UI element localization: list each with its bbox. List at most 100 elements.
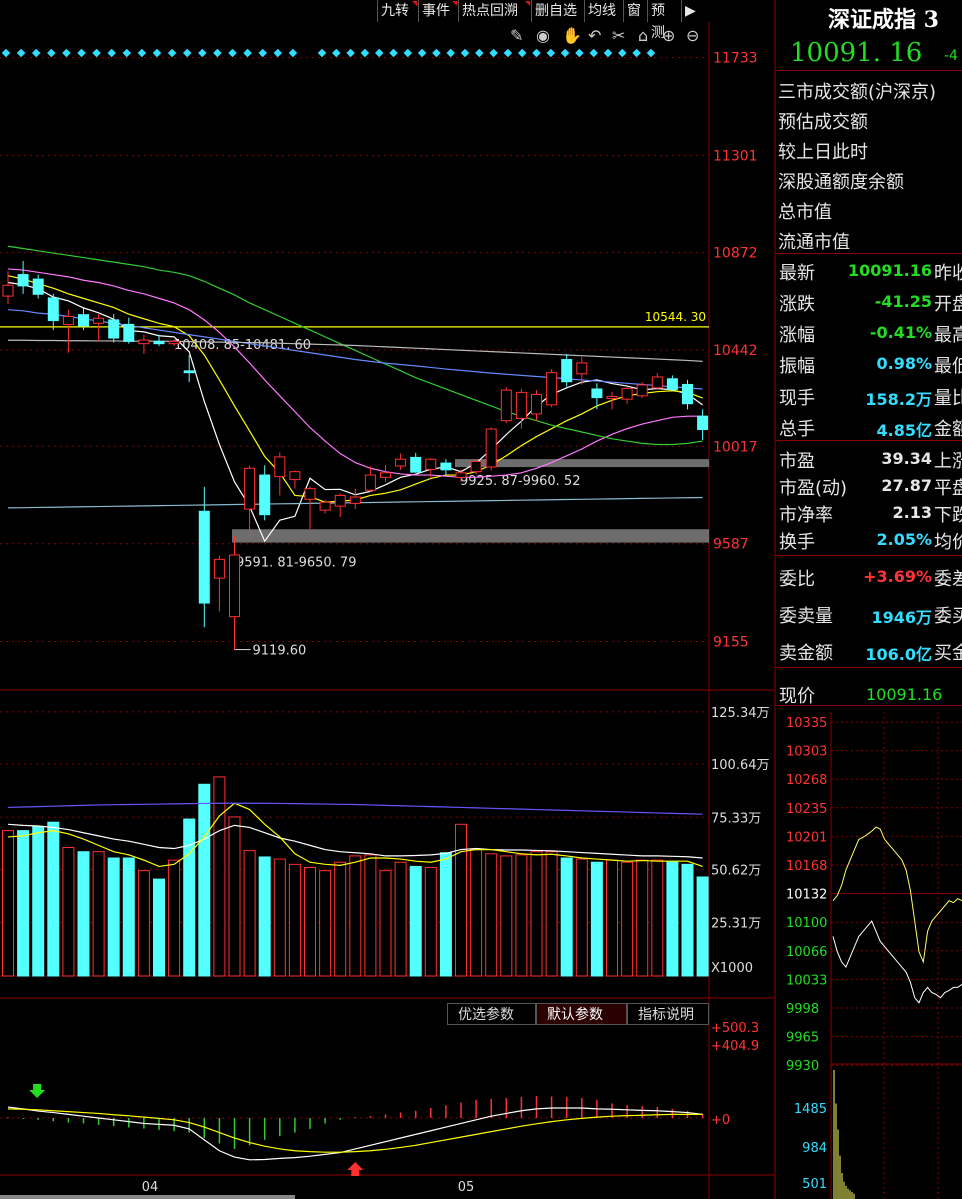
zone-label: 9925. 87-9960. 52: [460, 474, 580, 489]
signal-diamond: [62, 48, 71, 58]
quote-label-right-total: 金额: [934, 419, 962, 440]
candle-body: [198, 510, 210, 604]
quote-label-total: 总手: [779, 419, 815, 440]
candle-body: [697, 415, 709, 430]
quote-label-pct: 涨幅: [779, 325, 815, 346]
volume-bar: [575, 858, 588, 977]
quote-label-pb: 市净率: [779, 505, 833, 526]
volume-bar: [77, 851, 90, 977]
quote-label-right-sellamt: 买金额: [934, 643, 962, 664]
zone-label: 10408. 85-10481. 60: [174, 338, 311, 353]
candle-body: [395, 458, 407, 467]
volume-bar: [168, 859, 181, 977]
candles: [2, 260, 709, 650]
volume-bar: [17, 830, 30, 977]
volume-bar: [606, 859, 618, 977]
vol-ytick-label: 25.31万: [711, 917, 761, 932]
volume-bar: [379, 870, 392, 977]
volume-bar: [213, 776, 226, 977]
candle-body: [334, 494, 346, 507]
intraday-ytick-label: 10201: [786, 830, 827, 845]
signal-diamond: [589, 48, 598, 58]
candle-body: [606, 395, 618, 399]
k-ytick-label: 10872: [713, 246, 758, 262]
candle-body: [546, 372, 558, 406]
volume-bar: [455, 823, 467, 977]
market-info-row: 总市值: [778, 202, 832, 223]
signal-diamond: [646, 48, 656, 58]
candle-body: [108, 319, 120, 339]
quote-label-wb: 委比: [779, 569, 815, 590]
candle-body: [229, 554, 240, 618]
quote-value-sellvol: 1946万: [871, 608, 932, 627]
volume-bar: [107, 857, 120, 977]
quote-value-turn: 2.05%: [876, 530, 932, 549]
macd-ytick-label: +0: [711, 1113, 730, 1128]
vol-ytick-label: 75.33万: [711, 811, 761, 826]
intraday-price-line: [832, 826, 962, 964]
signal-diamond: [273, 48, 283, 58]
candle-body: [32, 278, 44, 295]
candle-body: [168, 340, 180, 345]
vol-ytick-label: 100.64万: [711, 758, 770, 773]
panel-separator: [775, 667, 962, 668]
quote-label-sellamt: 卖金额: [779, 643, 833, 664]
candle-body: [380, 472, 391, 478]
quote-value-sellamt: 106.0亿: [865, 645, 932, 664]
signal-diamond: [389, 48, 398, 58]
volume-bar: [651, 859, 664, 977]
signal-diamond: [288, 48, 298, 58]
candle-body: [651, 376, 663, 389]
quote-value-wb: +3.69%: [863, 567, 932, 586]
signal-diamond: [475, 48, 484, 58]
signal-diamond: [618, 48, 627, 58]
up-arrow-icon: [347, 1162, 364, 1176]
indicator-tab-2[interactable]: 指标说明: [627, 1003, 709, 1025]
candle-body: [289, 471, 301, 481]
volume-bar: [696, 876, 709, 977]
volume-bar: [258, 856, 271, 977]
volume-bar: [485, 853, 498, 977]
signal-diamond: [374, 48, 384, 58]
quote-value-pct: -0.41%: [869, 323, 932, 342]
quote-label-change: 涨跌: [779, 294, 815, 315]
intraday-ytick-label: 10335: [786, 716, 827, 731]
signal-diamond: [258, 48, 267, 58]
quote-value-change: -41.25: [874, 292, 932, 311]
candle-body: [2, 284, 14, 297]
quote-label-right-pct: 最高: [934, 325, 962, 346]
candle-body: [440, 462, 452, 471]
candle-body: [531, 393, 542, 415]
quote-label-turn: 换手: [779, 532, 815, 553]
volume-ma-white: [7, 823, 703, 859]
volume-bar: [273, 858, 286, 977]
candle-body: [93, 317, 105, 324]
volume-bar: [681, 863, 694, 977]
intraday-ytick-label: 10100: [786, 916, 827, 931]
signal-diamond: [167, 48, 177, 58]
volume-bar: [228, 816, 241, 977]
k-ytick-label: 11301: [713, 148, 758, 164]
indicator-tab-1[interactable]: 默认参数: [536, 1003, 627, 1025]
candle-body: [561, 359, 573, 383]
quote-label-right-pe: 上涨: [934, 451, 962, 472]
candle-body: [17, 274, 29, 287]
candle-body: [304, 488, 316, 500]
candle-body: [621, 388, 633, 400]
signal-diamond: [489, 48, 498, 58]
candle-body: [47, 297, 59, 322]
now-price-value: 10091.16: [866, 685, 943, 704]
k-ytick-label: 9155: [713, 635, 749, 651]
now-price-label: 现价: [779, 686, 815, 707]
volume-bar: [424, 866, 437, 977]
volume-bar: [560, 857, 573, 977]
signal-diamond: [137, 48, 147, 58]
candle-body: [515, 391, 527, 419]
horizontal-scrollbar: [0, 1195, 295, 1199]
indicator-tab-0[interactable]: 优选参数: [447, 1003, 536, 1025]
quote-label-sellvol: 委卖量: [779, 606, 833, 627]
x-axis-label: 04: [142, 1180, 159, 1195]
x-axis-label: 05: [458, 1180, 475, 1195]
candle-body: [500, 389, 512, 422]
macd-ytick-label: +404.9: [711, 1039, 759, 1054]
